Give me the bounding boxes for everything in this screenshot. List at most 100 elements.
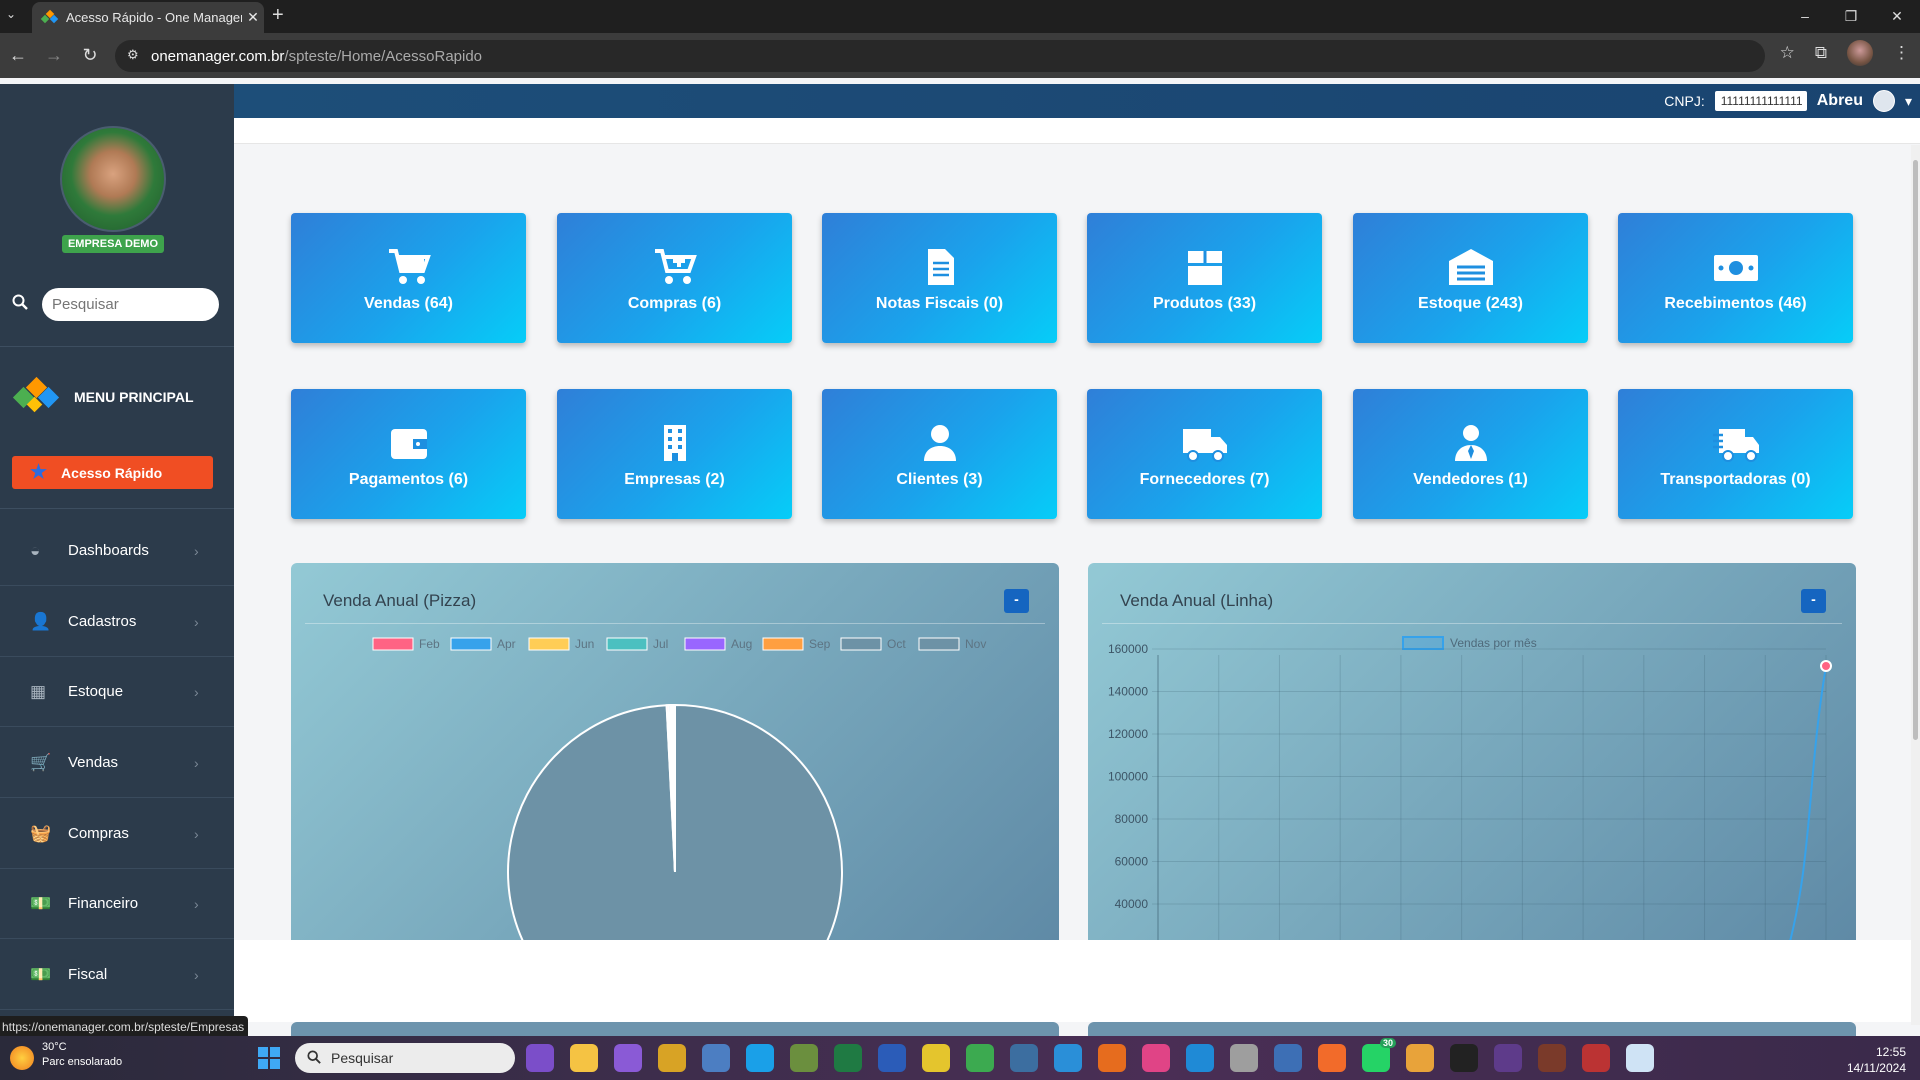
app-logo-icon <box>12 376 60 414</box>
app-icon[interactable] <box>966 1044 994 1072</box>
new-tab-button[interactable]: + <box>272 4 284 27</box>
sidebar-search <box>42 288 219 321</box>
visual-studio-icon[interactable] <box>614 1044 642 1072</box>
panel-stub <box>1088 1022 1856 1036</box>
search-input[interactable] <box>52 296 202 313</box>
chevron-right-icon: › <box>194 966 199 983</box>
chevron-right-icon: › <box>194 754 199 771</box>
tile-label: Pagamentos (6) <box>348 471 469 488</box>
app-icon[interactable] <box>1054 1044 1082 1072</box>
close-window-button[interactable]: ✕ <box>1874 0 1920 33</box>
tile-vendedores[interactable]: Vendedores (1) <box>1353 389 1588 519</box>
music-icon[interactable] <box>1142 1044 1170 1072</box>
tile-estoque[interactable]: Estoque (243) <box>1353 213 1588 343</box>
tile-produtos[interactable]: Produtos (33) <box>1087 213 1322 343</box>
tile-label: Empresas (2) <box>624 471 725 488</box>
app-icon[interactable] <box>1626 1044 1654 1072</box>
app-icon[interactable] <box>702 1044 730 1072</box>
app-icon[interactable] <box>1494 1044 1522 1072</box>
tile-empresas[interactable]: Empresas (2) <box>557 389 792 519</box>
skype-icon[interactable] <box>746 1044 774 1072</box>
avatar[interactable] <box>60 126 166 232</box>
file-explorer-icon[interactable] <box>570 1044 598 1072</box>
tile-label: Notas Fiscais (0) <box>875 295 1004 312</box>
forward-icon[interactable]: → <box>36 45 72 66</box>
excel-icon[interactable] <box>834 1044 862 1072</box>
tile-label: Produtos (33) <box>1152 295 1257 312</box>
tile-fornecedores[interactable]: Fornecedores (7) <box>1087 389 1322 519</box>
postgres-icon[interactable] <box>1010 1044 1038 1072</box>
sidebar-item-estoque[interactable]: ▦ Estoque › <box>0 657 234 727</box>
user-avatar[interactable] <box>1872 90 1895 112</box>
tile-clientes[interactable]: Clientes (3) <box>822 389 1057 519</box>
database-icon[interactable] <box>1230 1044 1258 1072</box>
collapse-button[interactable]: - <box>1004 589 1029 613</box>
taskbar-search[interactable]: Pesquisar <box>295 1043 515 1073</box>
user-name[interactable]: Abreu <box>1817 92 1863 110</box>
user-icon <box>923 425 956 461</box>
tile-transportadoras[interactable]: Transportadoras (0) <box>1618 389 1853 519</box>
legend-swatch <box>918 637 960 651</box>
word-icon[interactable] <box>878 1044 906 1072</box>
series-line <box>1789 665 1827 940</box>
collapse-button[interactable]: - <box>1801 589 1826 613</box>
whatsapp-icon[interactable]: 30 <box>1362 1038 1396 1072</box>
sidebar-item-compras[interactable]: 🧺 Compras › <box>0 799 234 869</box>
sidebar-item-vendas[interactable]: 🛒 Vendas › <box>0 728 234 798</box>
scrollbar-thumb[interactable] <box>1913 160 1918 740</box>
tab-list-icon[interactable]: ⌄ <box>6 7 16 21</box>
visual-studio-icon[interactable] <box>526 1044 554 1072</box>
extensions-icon[interactable]: ⧉ <box>1815 43 1827 63</box>
money-icon <box>1713 255 1758 281</box>
firefox-icon[interactable] <box>1098 1044 1126 1072</box>
grid-icon: ▦ <box>30 681 47 701</box>
tile-label: Fornecedores (7) <box>1139 471 1270 488</box>
tile-vendas[interactable]: Vendas (64) <box>291 213 526 343</box>
app-icon[interactable] <box>1318 1044 1346 1072</box>
back-icon[interactable]: ← <box>0 45 36 66</box>
tile-compras[interactable]: Compras (6) <box>557 213 792 343</box>
browser-tab[interactable]: Acesso Rápido - One Manager ✕ <box>32 2 264 33</box>
sidebar-item-financeiro[interactable]: 💵 Financeiro › <box>0 869 234 939</box>
vscode-icon[interactable] <box>1186 1044 1214 1072</box>
app-icon[interactable] <box>1274 1044 1302 1072</box>
toolbar-actions: ☆ ⧉ ⋮ <box>1780 40 1910 66</box>
tile-pagamentos[interactable]: Pagamentos (6) <box>291 389 526 519</box>
reload-icon[interactable]: ↻ <box>72 45 108 66</box>
truck-fast-icon <box>1712 429 1759 462</box>
app-icon[interactable] <box>1582 1044 1610 1072</box>
tile-recebimentos[interactable]: Recebimentos (46) <box>1618 213 1853 343</box>
restore-button[interactable]: ❐ <box>1828 0 1874 33</box>
address-bar[interactable]: ⚙ onemanager.com.br /spteste/Home/Acesso… <box>115 40 1765 72</box>
sidebar-item-cadastros[interactable]: 👤 Cadastros › <box>0 587 234 657</box>
browser-menu-icon[interactable]: ⋮ <box>1893 43 1910 63</box>
chrome-icon[interactable] <box>1406 1044 1434 1072</box>
weather-widget[interactable]: 30°C Parc ensolarado <box>10 1040 122 1070</box>
legend-swatch <box>684 637 726 651</box>
box-icon <box>1187 251 1222 285</box>
legend-swatch <box>762 637 804 651</box>
bookmark-star-icon[interactable]: ☆ <box>1780 43 1795 63</box>
sidebar-item-acesso-rapido[interactable]: ★ Acesso Rápido <box>12 456 213 489</box>
tab-title: Acesso Rápido - One Manager <box>66 10 242 25</box>
windows-start-icon[interactable] <box>258 1047 280 1069</box>
legend-swatch <box>372 637 414 651</box>
sidebar-item-dashboards[interactable]: ◒ Dashboards › <box>0 516 234 586</box>
content-footer-band <box>234 940 1920 1022</box>
tile-notas-fiscais[interactable]: Notas Fiscais (0) <box>822 213 1057 343</box>
app-icon[interactable] <box>1450 1044 1478 1072</box>
app-icon[interactable] <box>1538 1044 1566 1072</box>
clock-date: 14/11/2024 <box>1846 1061 1906 1075</box>
menu-header: MENU PRINCIPAL <box>12 376 194 414</box>
lock-icon[interactable] <box>658 1044 686 1072</box>
tab-close-icon[interactable]: ✕ <box>242 9 264 26</box>
app-icon[interactable] <box>790 1044 818 1072</box>
site-info-icon[interactable]: ⚙ <box>127 47 139 63</box>
pie-chart: Feb Apr Jun Jul Aug Sep Oct Nov <box>372 637 986 940</box>
minimize-button[interactable]: – <box>1782 0 1828 33</box>
clock[interactable]: 12:55 14/11/2024 <box>1847 1044 1906 1076</box>
chevron-down-icon[interactable]: ▾ <box>1905 93 1912 110</box>
sidebar-item-fiscal[interactable]: 💵 Fiscal › <box>0 940 234 1010</box>
browser-profile-avatar[interactable] <box>1847 40 1873 66</box>
sticky-notes-icon[interactable] <box>922 1044 950 1072</box>
